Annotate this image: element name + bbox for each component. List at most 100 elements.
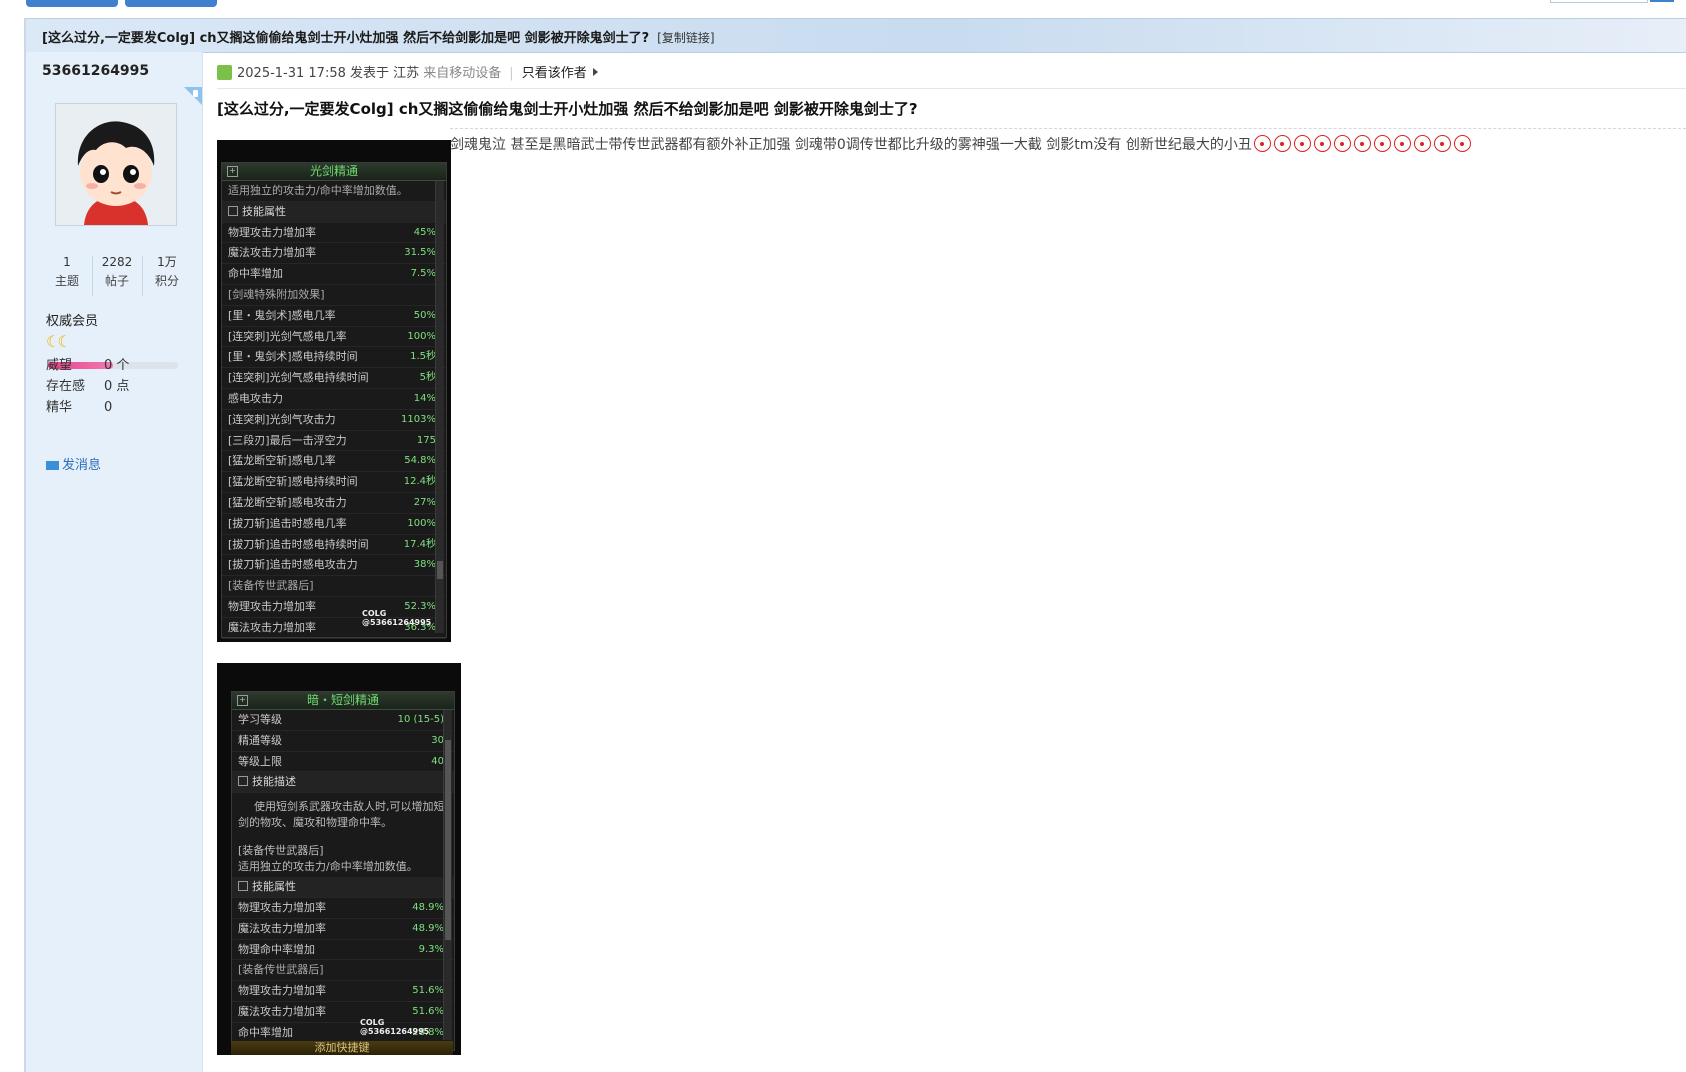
post-device: 来自移动设备: [423, 66, 502, 81]
info-reputation: 威望 0 个: [46, 354, 186, 373]
stat-posts[interactable]: 2282 帖子: [92, 252, 142, 289]
send-message-link[interactable]: 发消息: [46, 454, 101, 473]
stat-threads[interactable]: 1 主题: [42, 252, 92, 289]
skill-row: [里・鬼剑术]感电持续时间 1.5秒: [222, 347, 446, 369]
skill-row: 感电攻击力 14%: [222, 389, 446, 410]
post-text: 剑魂鬼泣 甚至是黑暗武士带传世武器都有额外补正加强 剑魂带0调传世都比升级的雾神…: [450, 137, 1252, 153]
author-rank[interactable]: 权威会员: [46, 310, 98, 329]
avatar-icon: [56, 104, 176, 225]
skill-row-value: 5秒: [419, 372, 436, 384]
skill-row-label: [猛龙断空斩]感电几率: [228, 454, 336, 468]
skill-row-label: 命中率增加: [228, 267, 283, 281]
skill-row-label: 物理命中率增加: [238, 942, 315, 956]
skill-screenshot-2[interactable]: + 暗・短剑精通 学习等级 10 (15-5) 精通等级 30 等级上限 40 技能描述 …: [217, 663, 461, 1055]
clown-emoji-icon: [1253, 135, 1271, 152]
skill-row: 物理攻击力增加率 51.6%: [232, 981, 454, 1002]
skill-row-label: [里・鬼剑术]感电持续时间: [228, 350, 358, 364]
top-nav-button[interactable]: [26, 0, 118, 7]
skill-row: [剑魂特殊附加效果]: [222, 285, 446, 306]
skill-row: [三段刃]最后一击浮空力 175: [222, 431, 446, 452]
online-status-icon: [217, 65, 232, 80]
clown-emoji-icon: [1373, 135, 1391, 152]
desc-line: [装备传世武器后]: [238, 844, 324, 858]
skill-screenshot-1[interactable]: + 光剑精通 适用独立的攻击力/命中率增加数值。 技能属性 物理攻击力增加率 45…: [217, 140, 451, 642]
collapse-icon: [238, 881, 248, 892]
skill-row-value: 27%: [413, 496, 436, 508]
skill-row-value: 45%: [413, 226, 436, 238]
skill-description: 使用短剑系武器攻击敌人时,可以增加短剑的物攻、魔攻和物理命中率。 [装备传世武器…: [232, 793, 454, 877]
skill-window: + 暗・短剑精通 学习等级 10 (15-5) 精通等级 30 等级上限 40 技能描述 …: [231, 691, 455, 1051]
skill-row-label: [拔刀斩]追击时感电持续时间: [228, 537, 369, 551]
info-value: 0 个: [104, 358, 130, 373]
only-author-link[interactable]: 只看该作者: [522, 66, 587, 81]
skill-row-label: [装备传世武器后]: [228, 579, 314, 593]
watermark: COLG @53661264995: [362, 609, 432, 627]
skill-row: 物理攻击力增加率 48.9%: [232, 898, 454, 919]
skill-row-value: 100%: [407, 330, 436, 342]
stat-label: 主题: [54, 274, 79, 288]
skill-row-value: 54.8%: [404, 455, 436, 467]
section-title: 技能属性: [242, 204, 286, 218]
collapse-icon: [238, 776, 248, 787]
skill-row-value: 10 (15-5): [397, 714, 444, 725]
skill-row-label: [猛龙断空斩]感电攻击力: [228, 495, 347, 509]
skill-row-label: [拔刀斩]追击时感电几率: [228, 516, 347, 530]
skill-row-value: 7.2%: [411, 639, 436, 642]
avatar[interactable]: [55, 103, 177, 226]
post-meta: 2025-1-31 17:58 发表于 江苏 来自移动设备 | 只看该作者: [217, 62, 598, 81]
section-title: 技能描述: [252, 775, 296, 789]
stat-points[interactable]: 1万 积分: [142, 252, 192, 289]
info-presence: 存在感 0 点: [46, 375, 186, 394]
info-key: 精华: [46, 400, 73, 415]
clown-emoji-icon: [1353, 135, 1371, 152]
skill-row: [装备传世武器后]: [222, 576, 446, 597]
skill-row-value: 50%: [413, 309, 436, 321]
top-search-input[interactable]: [1550, 0, 1648, 3]
skill-row-label: 精通等级: [238, 733, 282, 747]
meta-divider: [217, 88, 1686, 89]
skill-row: 物理攻击力增加率 45%: [222, 223, 446, 244]
skill-row-value: 12.4秒: [403, 476, 436, 488]
info-value: 0: [104, 400, 113, 415]
skill-row-value: 14%: [413, 392, 436, 404]
stat-value: 1: [63, 255, 71, 269]
top-search-button[interactable]: [1650, 0, 1674, 2]
skill-row: 命中率增加7.2%: [222, 639, 446, 643]
add-hotkey-bar[interactable]: 添加快捷键: [231, 1041, 453, 1055]
skill-rows: 物理攻击力增加率 45% 魔法攻击力增加率 31.5% 命中率增加 7.5% [剑魂特殊附加…: [222, 223, 446, 642]
skill-row-label: 学习等级: [238, 713, 282, 726]
moon-icon: ☾☾: [46, 332, 72, 351]
arrow-right-icon: [592, 68, 598, 76]
scrollbar-thumb[interactable]: [445, 740, 451, 940]
info-key: 威望: [46, 358, 73, 373]
post-date: 2025-1-31 17:58 发表于 江苏: [237, 66, 420, 81]
section-header: 技能属性: [232, 877, 454, 898]
skill-row: 学习等级 10 (15-5): [232, 710, 454, 731]
skill-name: 光剑精通: [309, 164, 358, 178]
scrollbar[interactable]: [443, 710, 452, 1040]
post-title: [这么过分,一定要发Colg] ch又搁这偷偷给鬼剑士开小灶加强 然后不给剑影加…: [217, 100, 918, 118]
skill-row-label: [里・鬼剑术]感电几率: [228, 308, 336, 322]
post-divider: [450, 128, 1686, 129]
skill-row: [猛龙断空斩]感电几率 54.8%: [222, 451, 446, 473]
skill-row-value: 1103%: [401, 413, 436, 425]
copy-link-button[interactable]: [复制链接]: [657, 31, 714, 45]
clown-emoji-icon: [1293, 135, 1311, 152]
scrollbar[interactable]: [435, 181, 444, 633]
skill-window-title: + 暗・短剑精通: [232, 692, 454, 710]
post-body: 剑魂鬼泣 甚至是黑暗武士带传世武器都有额外补正加强 剑魂带0调传世都比升级的雾神…: [450, 134, 1474, 156]
skill-row-label: [三段刃]最后一击浮空力: [228, 433, 347, 447]
skill-window-title: + 光剑精通: [222, 163, 446, 181]
skill-row-label: [装备传世武器后]: [238, 963, 324, 977]
clown-emoji-icon: [1313, 135, 1331, 152]
scrollbar-thumb[interactable]: [437, 561, 443, 579]
skill-note: 适用独立的攻击力/命中率增加数值。: [222, 181, 446, 202]
top-nav-button[interactable]: [125, 0, 217, 7]
skill-row-value: 51.6%: [412, 985, 444, 997]
skill-row-value: 48.9%: [412, 901, 444, 913]
skill-row-label: 物理攻击力增加率: [228, 599, 316, 613]
skill-window: + 光剑精通 适用独立的攻击力/命中率增加数值。 技能属性 物理攻击力增加率 45…: [221, 162, 447, 642]
author-username[interactable]: 53661264995: [42, 63, 149, 79]
skill-row: [装备传世武器后]: [232, 960, 454, 982]
skill-row-label: 魔法攻击力增加率: [228, 620, 316, 634]
